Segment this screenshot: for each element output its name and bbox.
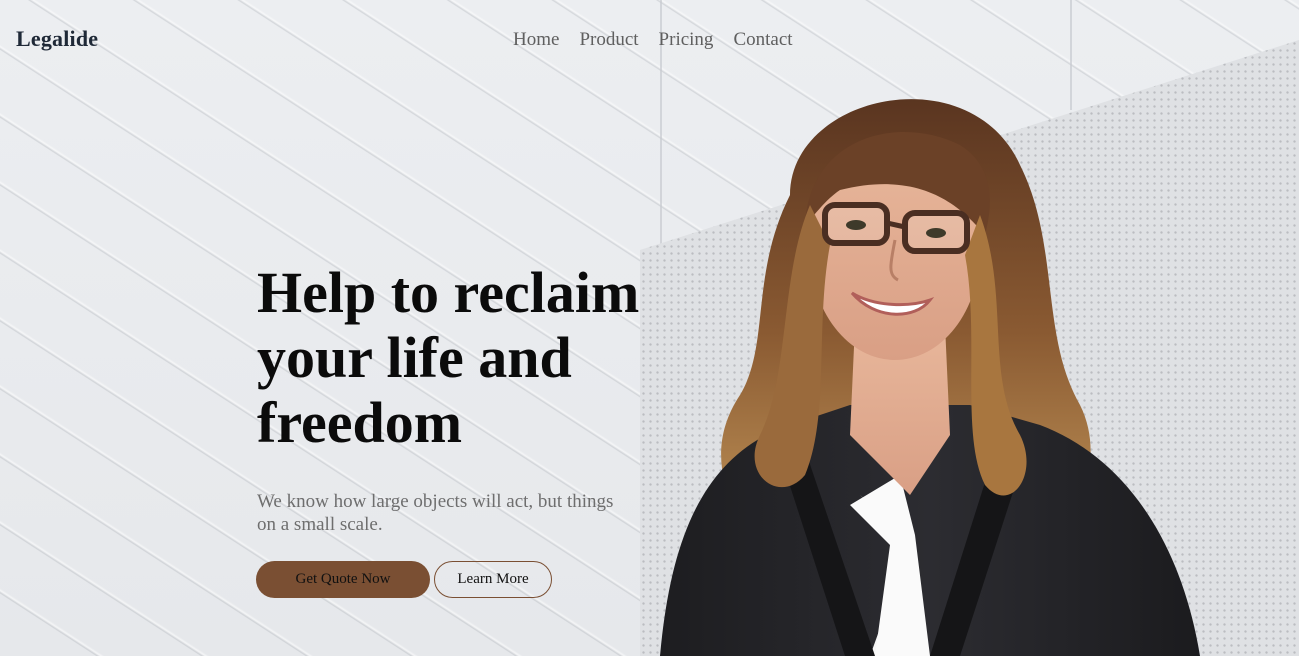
learn-more-button[interactable]: Learn More xyxy=(434,561,552,598)
nav-product[interactable]: Product xyxy=(579,29,638,51)
hero-portrait-image xyxy=(660,99,1200,656)
nav-pricing[interactable]: Pricing xyxy=(659,29,714,51)
main-nav: Home Product Pricing Contact xyxy=(513,29,793,51)
brand-logo[interactable]: Legalide xyxy=(16,26,98,52)
nav-home[interactable]: Home xyxy=(513,29,559,51)
nav-contact[interactable]: Contact xyxy=(733,29,792,51)
hero-subtext: We know how large objects will act, but … xyxy=(257,491,614,535)
get-quote-button[interactable]: Get Quote Now xyxy=(256,561,430,598)
hero-headline: Help to reclaim your life and freedom xyxy=(257,260,640,455)
